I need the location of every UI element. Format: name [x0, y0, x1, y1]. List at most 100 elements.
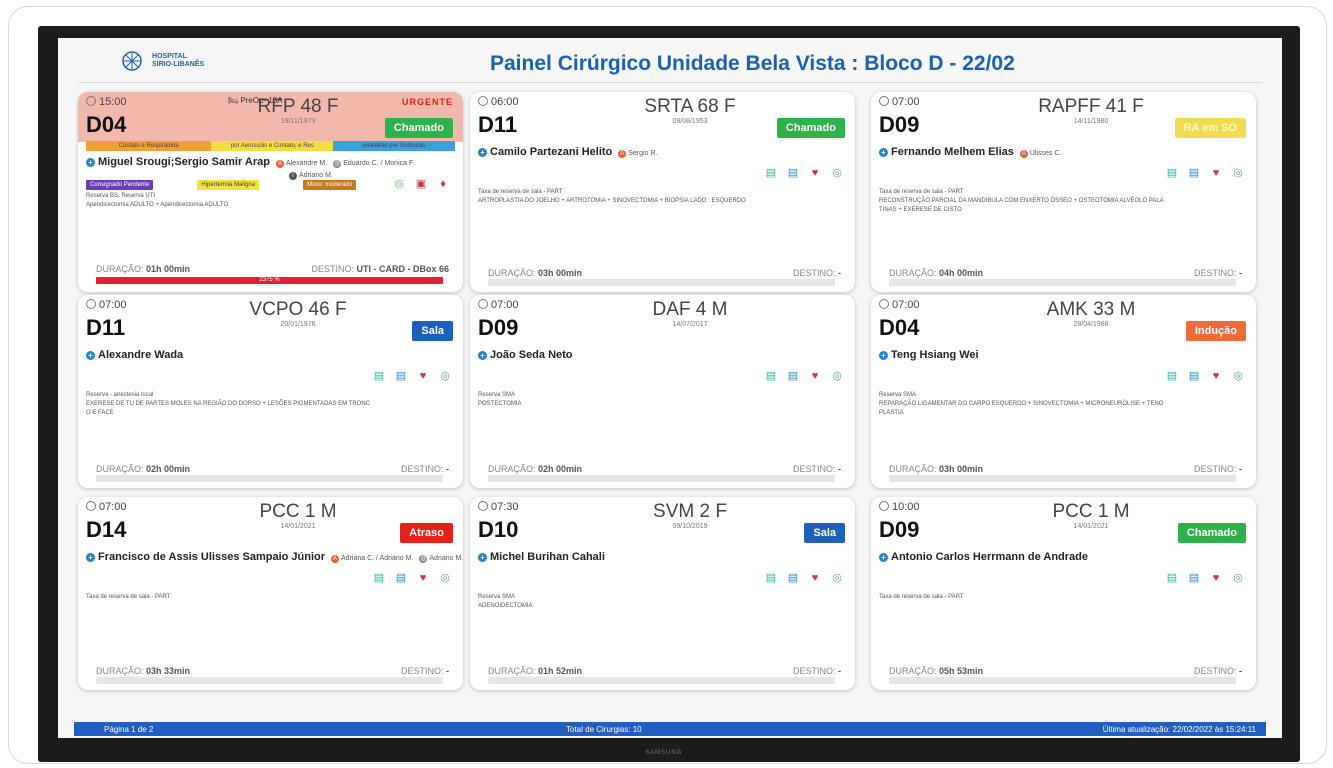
- destination: DESTINO: -: [400, 464, 449, 474]
- procedure-info: Taxa de reserva de sala - PART: [879, 593, 1242, 602]
- surgeon-name: + Teng Hsiang Wei: [879, 349, 979, 361]
- document-icon[interactable]: ▤: [1166, 167, 1178, 179]
- card-footer: DURAÇÃO: 03h 33min DESTINO: -: [96, 666, 449, 676]
- card-footer: DURAÇÃO: 02h 00min DESTINO: -: [96, 464, 449, 474]
- patient-code: DAF 4 M: [652, 299, 728, 320]
- document-icon[interactable]: ▤: [765, 572, 777, 584]
- surgeon-name: + Michel Burihan Cahali: [478, 551, 605, 563]
- document-icons: ▤ ▤ ♥ ◎: [765, 572, 843, 584]
- document-icons: ▤ ▤ ♥ ◎: [1166, 167, 1244, 179]
- procedure-info: Reserva SMA ADENOIDECTOMIA: [478, 593, 841, 611]
- anesthetist-icon: @: [333, 160, 342, 168]
- plus-icon: +: [86, 158, 95, 167]
- surgery-card[interactable]: 06:00 D11 SRTA 68 F 09/08/1953 Chamado + Ca…: [470, 92, 855, 292]
- report-icon[interactable]: ▤: [787, 167, 799, 179]
- document-icon[interactable]: ▤: [1166, 370, 1178, 382]
- surgeon-name: + Fernando Melhem Elias A Ulisses C.: [879, 146, 1061, 158]
- report-icon[interactable]: ▤: [787, 572, 799, 584]
- destination: DESTINO: UTI - CARD - DBox 66: [311, 264, 449, 274]
- procedure-line: Taxa de reserva de sala - PART: [86, 594, 171, 600]
- surgery-card[interactable]: 07:00 D11 VCPO 46 F 20/01/1976 Sala + Alexa…: [78, 295, 463, 488]
- document-icons: ▤ ▤ ♥ ◎: [1166, 370, 1244, 382]
- surgeon-name: + Miguel Srougi;Sergio Samir Arap A Alexand…: [86, 156, 414, 168]
- document-icon[interactable]: ▤: [765, 167, 777, 179]
- status-badge: Sala: [412, 321, 453, 341]
- mask-icon[interactable]: ◎: [1232, 572, 1244, 584]
- document-icon[interactable]: ▤: [765, 370, 777, 382]
- tag-muvo: Muvo: moderado: [303, 180, 357, 190]
- heart-icon[interactable]: ♥: [809, 370, 821, 382]
- clock-icon: [478, 299, 488, 309]
- logo-line1: HOSPITAL: [152, 53, 187, 60]
- anesthetist: A Adriana C. / Adriano M.: [331, 555, 414, 563]
- surgery-card[interactable]: 10:00 D09 PCC 1 M 14/01/2021 Chamado + Anto…: [871, 497, 1256, 690]
- report-icon[interactable]: ▤: [395, 572, 407, 584]
- procedure-line: RECONSTRUÇÃO PARCIAL DA MANDIBULA COM EN…: [879, 198, 1164, 204]
- heart-icon[interactable]: ♥: [417, 572, 429, 584]
- card-footer: DURAÇÃO: 02h 00min DESTINO: -: [488, 464, 841, 474]
- mask-icon: ◎: [394, 178, 404, 190]
- procedure-line: REPARAÇÃO LIGAMENTAR DO CARPO ESQUERDO +…: [879, 401, 1164, 407]
- anesthetist-icon: A: [1019, 150, 1028, 158]
- status-badge: Chamado: [384, 118, 453, 138]
- plus-icon: +: [879, 553, 888, 562]
- card-time: 07:00: [879, 96, 920, 108]
- progress-bar: [488, 475, 835, 482]
- surgery-card[interactable]: 15:00 D04 RFP 48 F 19/11/1973 🛏 PreOp- 15…: [78, 92, 463, 292]
- heart-icon[interactable]: ♥: [417, 370, 429, 382]
- urgent-label: URGENTE: [401, 97, 453, 107]
- procedure-line: Reserva - anestesia local: [86, 392, 154, 398]
- status-badge: Sala: [804, 523, 845, 543]
- room-number: D11: [86, 315, 126, 340]
- mask-icon[interactable]: ◎: [831, 370, 843, 382]
- duration: DURAÇÃO: 01h 52min: [488, 666, 583, 676]
- procedure-line: Reserva SMA: [478, 392, 516, 398]
- report-icon[interactable]: ▤: [787, 370, 799, 382]
- heart-icon[interactable]: ♥: [1210, 167, 1222, 179]
- dashboard-screen: HOSPITAL SÍRIO-LIBANÊS Painel Cirúrgico …: [58, 38, 1282, 738]
- procedure-info: Taxa de reserva de sala - PART RECONSTRUÇ…: [879, 188, 1242, 215]
- card-time: 10:00: [879, 501, 920, 513]
- document-icon[interactable]: ▤: [373, 370, 385, 382]
- logo-icon: [122, 51, 142, 71]
- card-header: 07:00 D09 DAF 4 M 14/07/2017: [470, 295, 855, 345]
- report-icon[interactable]: ▤: [1188, 370, 1200, 382]
- procedure-line: POSTECTOMIA: [478, 401, 522, 407]
- mask-icon[interactable]: ◎: [439, 370, 451, 382]
- mask-icon[interactable]: ◎: [1232, 167, 1244, 179]
- surgeon-name: + Alexandre Wada: [86, 349, 183, 361]
- report-icon[interactable]: ▤: [395, 370, 407, 382]
- patient-code: PCC 1 M: [259, 501, 337, 522]
- mask-icon[interactable]: ◎: [831, 572, 843, 584]
- card-header: 15:00 D04 RFP 48 F 19/11/1973 🛏 PreOp- 15…: [78, 92, 463, 142]
- heart-icon[interactable]: ♥: [809, 167, 821, 179]
- surgery-card[interactable]: 07:00 D09 RAPFF 41 F 14/11/1980 RA em SO +…: [871, 92, 1256, 292]
- footer-bar: Página 1 de 2 Total de Cirurgias: 10 Últ…: [74, 722, 1266, 736]
- card-time: 07:00: [86, 501, 127, 513]
- patient-code: SRTA 68 F: [644, 96, 736, 117]
- mask-icon[interactable]: ◎: [1232, 370, 1244, 382]
- card-header: 07:00 D14 PCC 1 M 14/01/2021 Atraso: [78, 497, 463, 547]
- patient-dob: 14/11/1980: [1073, 118, 1109, 125]
- surgery-card[interactable]: 07:00 D14 PCC 1 M 14/01/2021 Atraso + Franc…: [78, 497, 463, 690]
- mask-icon[interactable]: ◎: [831, 167, 843, 179]
- report-icon[interactable]: ▤: [1188, 572, 1200, 584]
- duration: DURAÇÃO: 05h 53min: [889, 666, 984, 676]
- heart-icon[interactable]: ♥: [1210, 572, 1222, 584]
- heart-icon[interactable]: ♥: [1210, 370, 1222, 382]
- surgeon-name: + Camilo Partezani Helito A Sergio R.: [478, 146, 657, 158]
- mask-icon[interactable]: ◎: [439, 572, 451, 584]
- heart-icon[interactable]: ♥: [809, 572, 821, 584]
- document-icon[interactable]: ▤: [1166, 572, 1178, 584]
- surgery-card[interactable]: 07:00 D04 AMK 33 M 28/04/1988 Indução + Ten…: [871, 295, 1256, 488]
- document-icon[interactable]: ▤: [373, 572, 385, 584]
- document-icons: ▤ ▤ ♥ ◎: [765, 370, 843, 382]
- surgery-card[interactable]: 07:00 D09 DAF 4 M 14/07/2017 + João Seda N…: [470, 295, 855, 488]
- procedure-line: ARTROPLASTIA DO JOELHO + ARTROTOMIA + SI…: [478, 198, 746, 204]
- surgeon-name: + Antonio Carlos Herrmann de Andrade: [879, 551, 1088, 563]
- room-number: D04: [86, 112, 127, 137]
- tag-consignado: Consignado Pendente: [86, 180, 154, 190]
- report-icon[interactable]: ▤: [1188, 167, 1200, 179]
- card-header: 07:00 D04 AMK 33 M 28/04/1988 Indução: [871, 295, 1256, 345]
- surgery-card[interactable]: 07:30 D10 SVM 2 F 09/10/2019 Sala + Michel …: [470, 497, 855, 690]
